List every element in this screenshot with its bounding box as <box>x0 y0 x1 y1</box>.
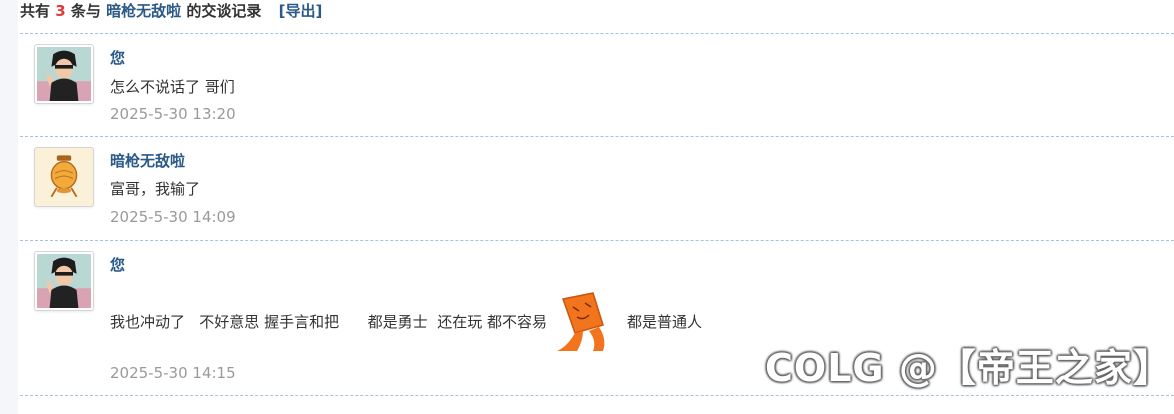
message-item: 您 怎么不说话了 哥们 2025-5-30 13:20 <box>20 33 1174 136</box>
conversation-summary: 共有 3 条与 暗枪无敌啦 的交谈记录 [导出] <box>20 0 322 24</box>
message-text-part: 都是普通人 <box>627 313 703 331</box>
message-author[interactable]: 您 <box>110 48 125 68</box>
message-author[interactable]: 暗枪无敌啦 <box>110 151 185 171</box>
message-text-part: 我也冲动了 不好意思 握手言和把 都是勇士 还在玩 都不容易 <box>110 313 547 331</box>
summary-middle: 条与 <box>70 2 101 20</box>
export-link[interactable]: [导出] <box>279 2 323 20</box>
message-time: 2025-5-30 14:09 <box>110 208 236 226</box>
summary-suffix: 的交谈记录 <box>186 2 262 20</box>
message-time: 2025-5-30 14:15 <box>110 364 236 382</box>
message-time: 2025-5-30 13:20 <box>110 105 236 123</box>
orange-shy-sticker-icon <box>553 291 609 353</box>
summary-prefix: 共有 <box>20 2 51 20</box>
avatar[interactable] <box>34 147 94 207</box>
message-text: 富哥，我输了 <box>110 180 201 198</box>
message-text: 我也冲动了 不好意思 握手言和把 都是勇士 还在玩 都不容易 都是普通人 <box>110 291 702 353</box>
message-text: 怎么不说话了 哥们 <box>110 78 235 96</box>
partner-name-link[interactable]: 暗枪无敌啦 <box>106 2 181 20</box>
avatar[interactable] <box>34 44 94 104</box>
anime-character-icon <box>37 254 91 308</box>
orange-lantern-icon <box>37 150 91 204</box>
message-item: 暗枪无敌啦 富哥，我输了 2025-5-30 14:09 <box>20 136 1174 240</box>
watermark: COLG @【帝王之家】 <box>765 346 1172 390</box>
left-sidebar-strip <box>0 0 18 414</box>
avatar[interactable] <box>34 251 94 311</box>
message-author[interactable]: 您 <box>110 255 125 275</box>
message-count: 3 <box>55 2 66 20</box>
anime-character-icon <box>37 47 91 101</box>
